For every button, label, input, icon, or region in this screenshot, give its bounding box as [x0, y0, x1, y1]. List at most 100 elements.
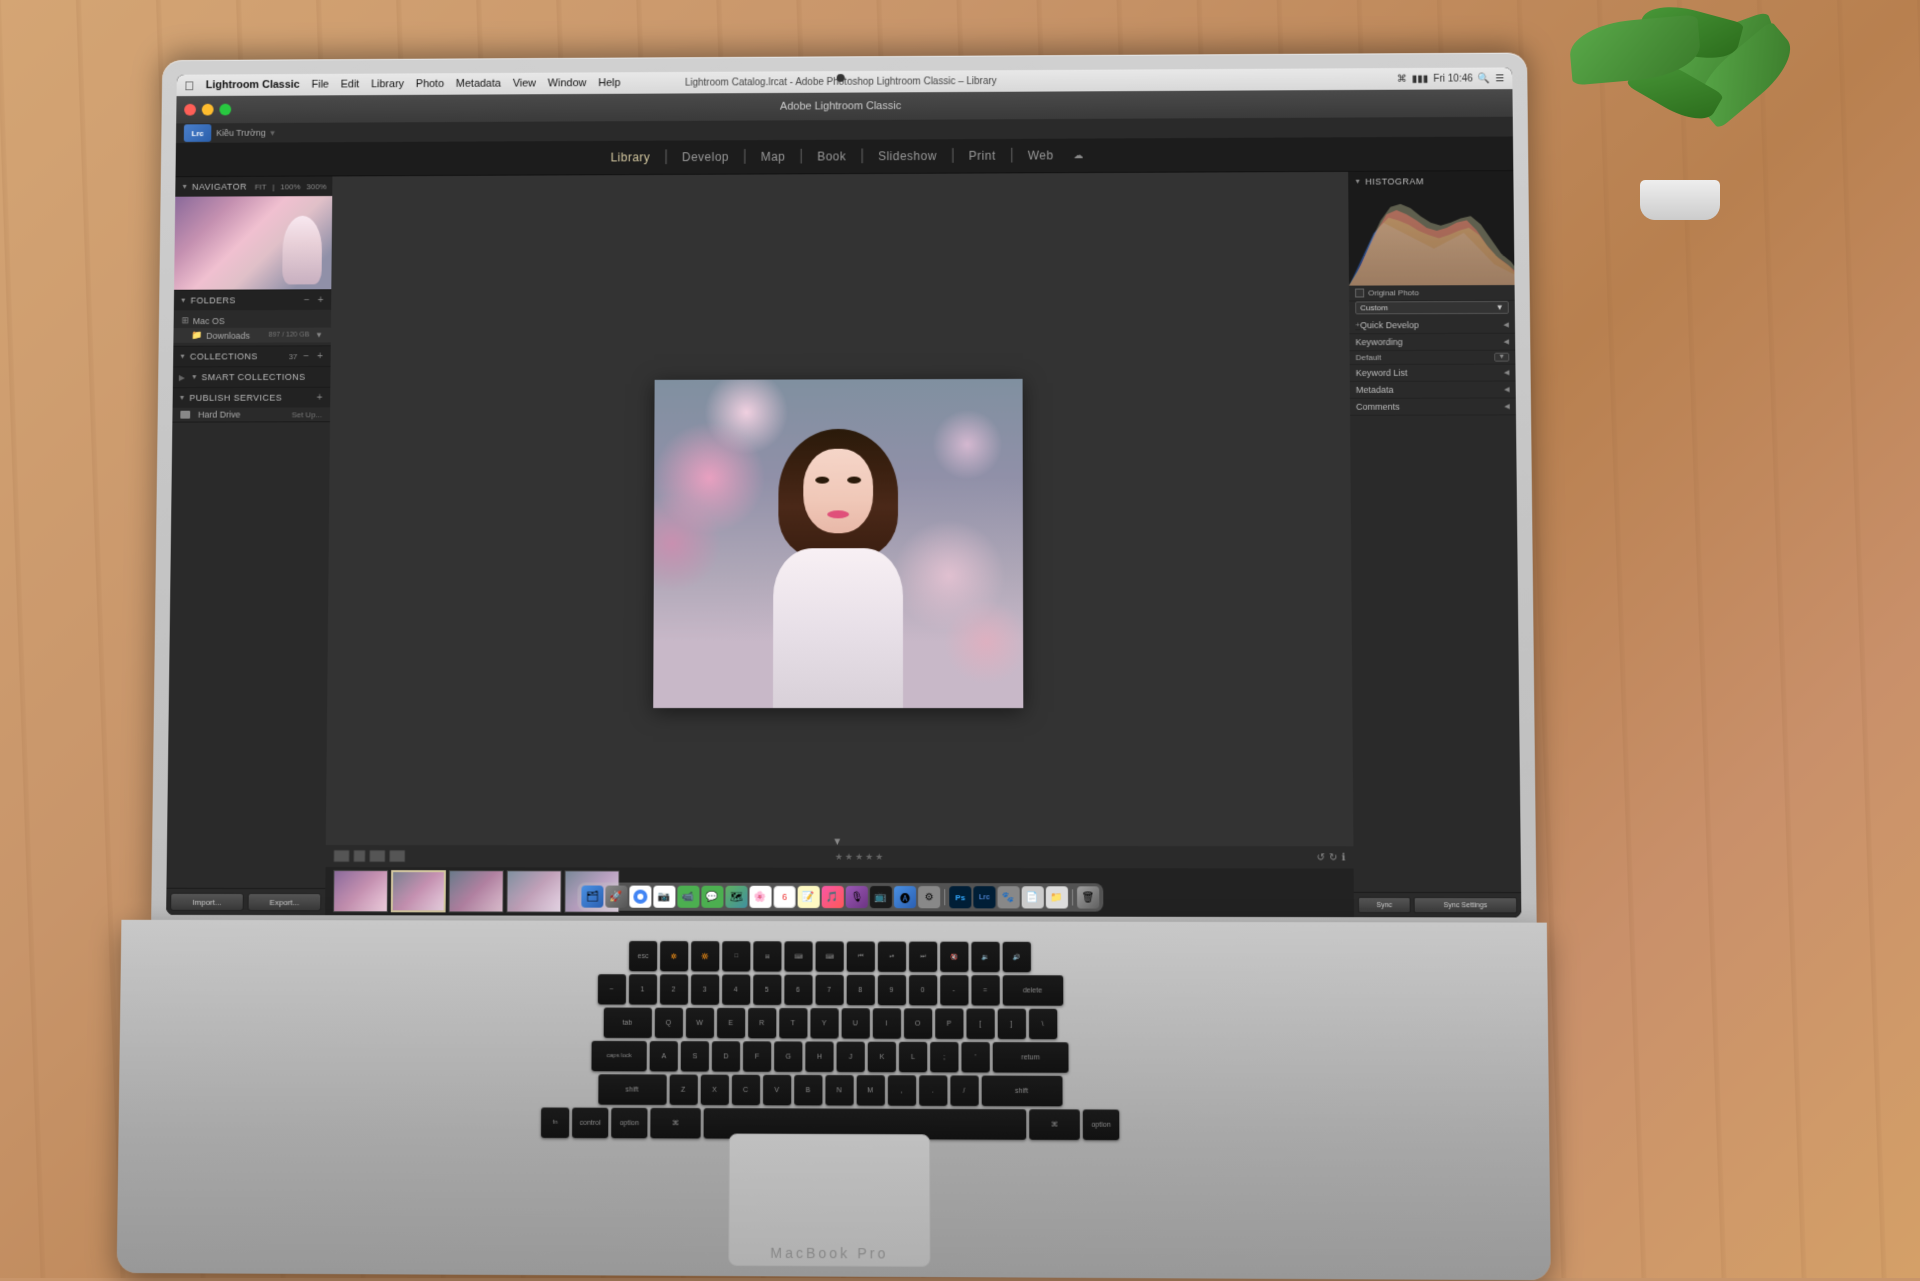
default-dropdown[interactable]: ▼ [1494, 353, 1509, 362]
key-x[interactable]: X [700, 1075, 728, 1106]
key-f8[interactable]: ⏯ [878, 942, 906, 972]
navigator-header[interactable]: ▼ Navigator FIT | 100% 300% [175, 176, 332, 196]
dock-systemprefs[interactable]: ⚙ [918, 886, 940, 908]
apple-menu-icon[interactable]:  [184, 78, 194, 93]
dock-chrome[interactable] [629, 886, 651, 908]
metadata-section[interactable]: Metadata ◀ [1350, 381, 1516, 398]
nav-300-btn[interactable]: 300% [306, 182, 326, 191]
key-4[interactable]: 4 [722, 974, 750, 1004]
key-f11[interactable]: 🔉 [971, 942, 999, 972]
key-n[interactable]: N [825, 1075, 853, 1106]
nav-fit-btn[interactable]: FIT [255, 182, 267, 191]
folder-downloads[interactable]: 📁 Downloads 897 / 120 GB ▼ [173, 328, 331, 343]
key-e[interactable]: E [717, 1008, 745, 1038]
collections-header[interactable]: ▼ Collections 37 − + [173, 346, 331, 366]
dock-messages[interactable]: 💬 [701, 886, 723, 908]
key-5[interactable]: 5 [753, 975, 781, 1005]
thumbnail-2[interactable] [391, 870, 446, 912]
key-option-left[interactable]: option [611, 1108, 647, 1139]
key-r[interactable]: R [748, 1008, 776, 1038]
key-z[interactable]: Z [669, 1074, 697, 1105]
key-2[interactable]: 2 [659, 974, 687, 1004]
key-f[interactable]: F [743, 1041, 771, 1071]
key-m[interactable]: M [856, 1075, 884, 1106]
star-4[interactable]: ★ [865, 851, 873, 862]
dock-facetime[interactable]: 📹 [677, 886, 699, 908]
module-develop[interactable]: Develop [670, 140, 741, 174]
thumbnail-4[interactable] [506, 870, 561, 912]
key-capslock[interactable]: caps lock [591, 1041, 646, 1072]
key-option-right[interactable]: option [1083, 1109, 1120, 1140]
key-h[interactable]: H [805, 1041, 833, 1072]
spotlight-icon[interactable]: 🔍 [1478, 73, 1491, 84]
key-quote[interactable]: ' [961, 1042, 989, 1073]
menu-photo[interactable]: Photo [416, 78, 444, 90]
app-name-menu[interactable]: Lightroom Classic [206, 79, 300, 91]
sync-button[interactable]: Sync [1358, 897, 1411, 913]
folder-macos[interactable]: ⊞ Mac OS [174, 313, 331, 328]
key-return[interactable]: return [993, 1042, 1069, 1073]
key-f10[interactable]: 🔇 [940, 942, 968, 972]
key-f1[interactable]: 🔅 [660, 941, 688, 971]
key-lshift[interactable]: shift [598, 1074, 666, 1105]
thumbnail-1[interactable] [333, 870, 388, 912]
key-9[interactable]: 9 [877, 975, 905, 1005]
key-equals[interactable]: = [971, 975, 999, 1005]
key-p[interactable]: P [935, 1008, 963, 1038]
key-fn[interactable]: fn [541, 1107, 569, 1138]
module-print[interactable]: Print [957, 139, 1008, 173]
folder-dropdown-icon[interactable]: ▼ [315, 331, 323, 340]
key-w[interactable]: W [685, 1008, 713, 1038]
key-backslash[interactable]: \ [1028, 1009, 1056, 1040]
key-rbracket[interactable]: ] [997, 1009, 1025, 1040]
collections-plus-btn[interactable]: + [315, 351, 325, 362]
dock-music[interactable]: 🎵 [822, 886, 844, 908]
menu-file[interactable]: File [311, 79, 329, 91]
thumbnail-3[interactable] [449, 870, 504, 912]
dock-launchpad[interactable]: 🚀 [605, 886, 627, 908]
key-1[interactable]: 1 [628, 974, 656, 1004]
key-c[interactable]: C [731, 1075, 759, 1106]
key-8[interactable]: 8 [846, 975, 874, 1005]
key-g[interactable]: G [774, 1041, 802, 1071]
lr-user-dropdown-icon[interactable]: ▼ [269, 128, 277, 137]
menu-edit[interactable]: Edit [341, 79, 360, 91]
key-j[interactable]: J [837, 1042, 865, 1073]
dock-tv[interactable]: 📺 [870, 886, 892, 908]
nav-100-btn[interactable]: 100% [280, 182, 300, 191]
key-b[interactable]: B [794, 1075, 822, 1106]
comments-section[interactable]: Comments ◀ [1350, 398, 1516, 415]
module-map[interactable]: Map [749, 140, 797, 174]
keyword-list-section[interactable]: Keyword List ◀ [1350, 365, 1516, 382]
key-comma[interactable]: , [887, 1075, 915, 1106]
original-photo-checkbox[interactable] [1355, 289, 1364, 298]
key-semicolon[interactable]: ; [930, 1042, 958, 1073]
menu-window[interactable]: Window [548, 77, 587, 89]
key-d[interactable]: D [712, 1041, 740, 1071]
key-delete[interactable]: delete [1002, 975, 1063, 1006]
dock-calendar[interactable]: 6 [774, 886, 796, 908]
key-i[interactable]: I [872, 1008, 900, 1038]
key-f2[interactable]: 🔆 [691, 941, 719, 971]
quick-develop-section[interactable]: + Quick Develop ◀ [1349, 317, 1515, 334]
dock-maps[interactable]: 🗺 [725, 886, 747, 908]
key-o[interactable]: O [904, 1008, 932, 1038]
key-period[interactable]: . [919, 1075, 947, 1106]
key-0[interactable]: 0 [909, 975, 937, 1005]
module-book[interactable]: Book [805, 140, 858, 174]
key-7[interactable]: 7 [815, 975, 843, 1005]
key-a[interactable]: A [650, 1041, 678, 1071]
export-button[interactable]: Export... [248, 893, 322, 911]
dock-appstore[interactable]: 🅐 [894, 886, 916, 908]
key-rshift[interactable]: shift [981, 1076, 1062, 1107]
key-y[interactable]: Y [810, 1008, 838, 1038]
survey-view-icon[interactable] [389, 850, 405, 862]
key-q[interactable]: Q [654, 1008, 682, 1038]
star-1[interactable]: ★ [835, 851, 843, 862]
key-f4[interactable]: ⊞ [753, 941, 781, 971]
keywording-section[interactable]: Keywording ◀ [1349, 334, 1515, 351]
rotate-left-icon[interactable]: ↺ [1316, 852, 1325, 863]
key-u[interactable]: U [841, 1008, 869, 1038]
rotate-right-icon[interactable]: ↻ [1329, 852, 1338, 863]
star-2[interactable]: ★ [845, 851, 853, 862]
